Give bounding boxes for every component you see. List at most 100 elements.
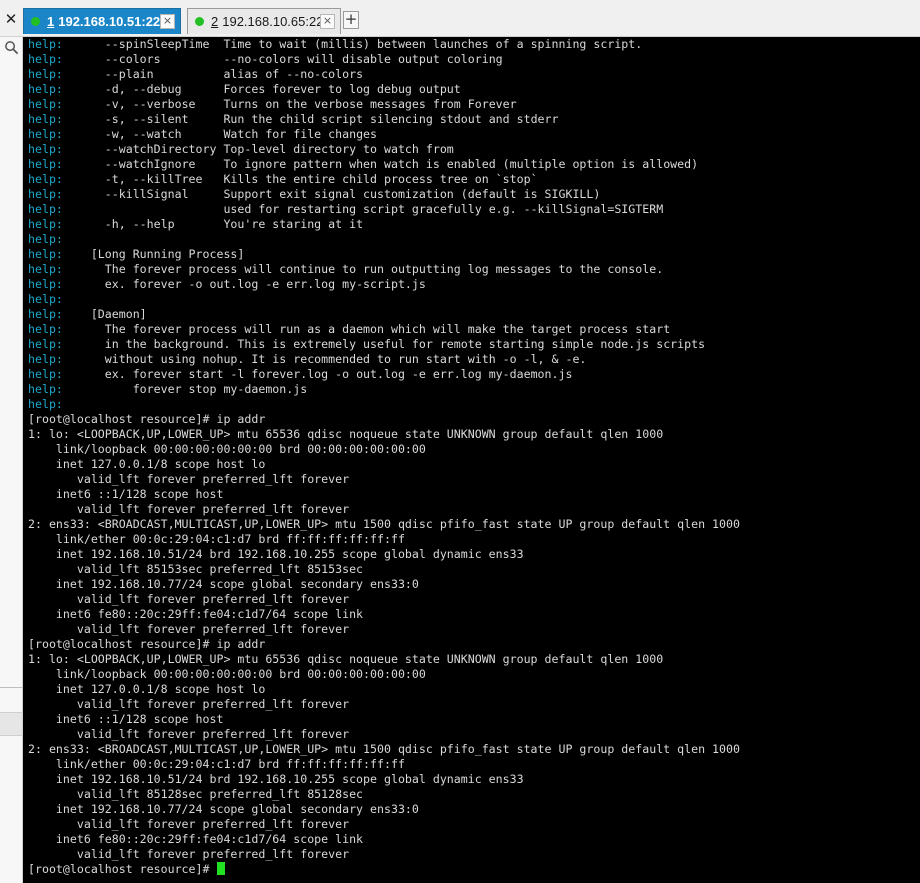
line-text: -w, --watch Watch for file changes: [62, 127, 378, 141]
terminal-line: help:: [28, 292, 740, 307]
terminal-line: help: --killSignal Support exit signal c…: [28, 187, 740, 202]
line-text: valid_lft forever preferred_lft forever: [28, 847, 350, 861]
line-text: link/loopback 00:00:00:00:00:00 brd 00:0…: [28, 667, 426, 681]
tab-close-icon[interactable]: ×: [160, 14, 175, 29]
terminal-line: link/ether 00:0c:29:04:c1:d7 brd ff:ff:f…: [28, 757, 740, 772]
terminal-line: 2: ens33: <BROADCAST,MULTICAST,UP,LOWER_…: [28, 517, 740, 532]
line-text: link/loopback 00:00:00:00:00:00 brd 00:0…: [28, 442, 426, 456]
terminal-line: help: used for restarting script gracefu…: [28, 202, 740, 217]
terminal-line: valid_lft forever preferred_lft forever: [28, 817, 740, 832]
help-prefix: help:: [28, 97, 63, 111]
terminal-line: inet6 fe80::20c:29ff:fe04:c1d7/64 scope …: [28, 607, 740, 622]
help-prefix: help:: [28, 397, 63, 411]
line-text: -s, --silent Run the child script silenc…: [62, 112, 559, 126]
line-text: inet 127.0.0.1/8 scope host lo: [28, 682, 266, 696]
terminal-line: inet 192.168.10.51/24 brd 192.168.10.255…: [28, 772, 740, 787]
tab-close-icon[interactable]: ×: [320, 14, 335, 29]
terminal-line: 1: lo: <LOOPBACK,UP,LOWER_UP> mtu 65536 …: [28, 427, 740, 442]
line-text: 1: lo: <LOOPBACK,UP,LOWER_UP> mtu 65536 …: [28, 427, 664, 441]
search-icon[interactable]: [4, 40, 19, 55]
sidebar-divider: [0, 687, 22, 688]
line-text: [Daemon]: [62, 307, 147, 321]
terminal-lines: help: --spinSleepTime Time to wait (mill…: [28, 37, 740, 877]
help-prefix: help:: [28, 127, 63, 141]
line-text: valid_lft forever preferred_lft forever: [28, 697, 350, 711]
line-text: [root@localhost resource]# ip addr: [28, 637, 266, 651]
line-text: valid_lft forever preferred_lft forever: [28, 502, 350, 516]
terminal-line: help: forever stop my-daemon.js: [28, 382, 740, 397]
terminal-line: help: -v, --verbose Turns on the verbose…: [28, 97, 740, 112]
line-text: valid_lft forever preferred_lft forever: [28, 727, 350, 741]
tab-number: 2: [211, 14, 219, 29]
tab-session-1[interactable]: 1 192.168.10.51:22 ×: [23, 8, 181, 34]
new-tab-button[interactable]: +: [343, 11, 359, 29]
terminal-line: help: in the background. This is extreme…: [28, 337, 740, 352]
terminal-line: help: -h, --help You're staring at it: [28, 217, 740, 232]
line-text: link/ether 00:0c:29:04:c1:d7 brd ff:ff:f…: [28, 532, 405, 546]
line-text: inet6 fe80::20c:29ff:fe04:c1d7/64 scope …: [28, 607, 364, 621]
terminal-line: valid_lft forever preferred_lft forever: [28, 592, 740, 607]
terminal-line: [root@localhost resource]#: [28, 862, 740, 877]
terminal-line: help: -s, --silent Run the child script …: [28, 112, 740, 127]
line-text: [root@localhost resource]# ip addr: [28, 412, 266, 426]
line-text: --spinSleepTime Time to wait (millis) be…: [62, 37, 643, 51]
help-prefix: help:: [28, 217, 63, 231]
line-text: inet6 ::1/128 scope host: [28, 712, 224, 726]
help-prefix: help:: [28, 247, 63, 261]
tab-label: 192.168.10.65:22: [222, 14, 324, 29]
terminal-line: valid_lft forever preferred_lft forever: [28, 697, 740, 712]
line-text: valid_lft 85153sec preferred_lft 85153se…: [28, 562, 364, 576]
close-icon[interactable]: ✕: [3, 10, 19, 28]
terminal-line: help: without using nohup. It is recomme…: [28, 352, 740, 367]
tab-number: 1: [47, 14, 55, 29]
line-text: inet 192.168.10.51/24 brd 192.168.10.255…: [28, 772, 524, 786]
terminal-output[interactable]: help: --spinSleepTime Time to wait (mill…: [23, 37, 920, 883]
line-text: -d, --debug Forces forever to log debug …: [62, 82, 461, 96]
tab-session-2[interactable]: 2 192.168.10.65:22 ×: [187, 8, 341, 34]
connected-status-icon: [31, 17, 40, 26]
terminal-line: inet 192.168.10.51/24 brd 192.168.10.255…: [28, 547, 740, 562]
terminal-line: help: The forever process will run as a …: [28, 322, 740, 337]
terminal-line: valid_lft forever preferred_lft forever: [28, 502, 740, 517]
line-text: ex. forever -o out.log -e err.log my-scr…: [62, 277, 426, 291]
help-prefix: help:: [28, 352, 63, 366]
terminal-line: link/loopback 00:00:00:00:00:00 brd 00:0…: [28, 667, 740, 682]
terminal-line: 1: lo: <LOOPBACK,UP,LOWER_UP> mtu 65536 …: [28, 652, 740, 667]
terminal-line: help: -t, --killTree Kills the entire ch…: [28, 172, 740, 187]
terminal-line: inet6 fe80::20c:29ff:fe04:c1d7/64 scope …: [28, 832, 740, 847]
line-text: used for restarting script gracefully e.…: [62, 202, 664, 216]
line-text: valid_lft forever preferred_lft forever: [28, 472, 350, 486]
terminal-line: help: --plain alias of --no-colors: [28, 67, 740, 82]
line-text: 2: ens33: <BROADCAST,MULTICAST,UP,LOWER_…: [28, 742, 740, 756]
help-prefix: help:: [28, 202, 63, 216]
line-text: inet6 fe80::20c:29ff:fe04:c1d7/64 scope …: [28, 832, 364, 846]
sidebar-item[interactable]: [0, 712, 22, 736]
terminal-line: inet 127.0.0.1/8 scope host lo: [28, 682, 740, 697]
line-text: ex. forever start -l forever.log -o out.…: [62, 367, 573, 381]
tab-bar: ✕ 1 192.168.10.51:22 × 2 192.168.10.65:2…: [0, 0, 920, 37]
line-text: link/ether 00:0c:29:04:c1:d7 brd ff:ff:f…: [28, 757, 405, 771]
tab-label: 192.168.10.51:22: [58, 14, 161, 29]
terminal-line: help: ex. forever -o out.log -e err.log …: [28, 277, 740, 292]
terminal-line: link/ether 00:0c:29:04:c1:d7 brd ff:ff:f…: [28, 532, 740, 547]
terminal-line: help: ex. forever start -l forever.log -…: [28, 367, 740, 382]
line-text: inet6 ::1/128 scope host: [28, 487, 224, 501]
terminal-line: valid_lft forever preferred_lft forever: [28, 727, 740, 742]
connected-status-icon: [195, 17, 204, 26]
line-text: inet 127.0.0.1/8 scope host lo: [28, 457, 266, 471]
terminal-line: [root@localhost resource]# ip addr: [28, 637, 740, 652]
terminal-line: help: --spinSleepTime Time to wait (mill…: [28, 37, 740, 52]
help-prefix: help:: [28, 277, 63, 291]
line-text: without using nohup. It is recommended t…: [62, 352, 587, 366]
terminal-line: help: --watchDirectory Top-level directo…: [28, 142, 740, 157]
help-prefix: help:: [28, 112, 63, 126]
line-text: -h, --help You're staring at it: [62, 217, 364, 231]
line-text: 1: lo: <LOOPBACK,UP,LOWER_UP> mtu 65536 …: [28, 652, 664, 666]
help-prefix: help:: [28, 67, 63, 81]
line-text: --watchDirectory Top-level directory to …: [62, 142, 454, 156]
terminal-line: 2: ens33: <BROADCAST,MULTICAST,UP,LOWER_…: [28, 742, 740, 757]
line-text: [Long Running Process]: [62, 247, 245, 261]
line-text: --plain alias of --no-colors: [62, 67, 364, 81]
help-prefix: help:: [28, 142, 63, 156]
help-prefix: help:: [28, 52, 63, 66]
